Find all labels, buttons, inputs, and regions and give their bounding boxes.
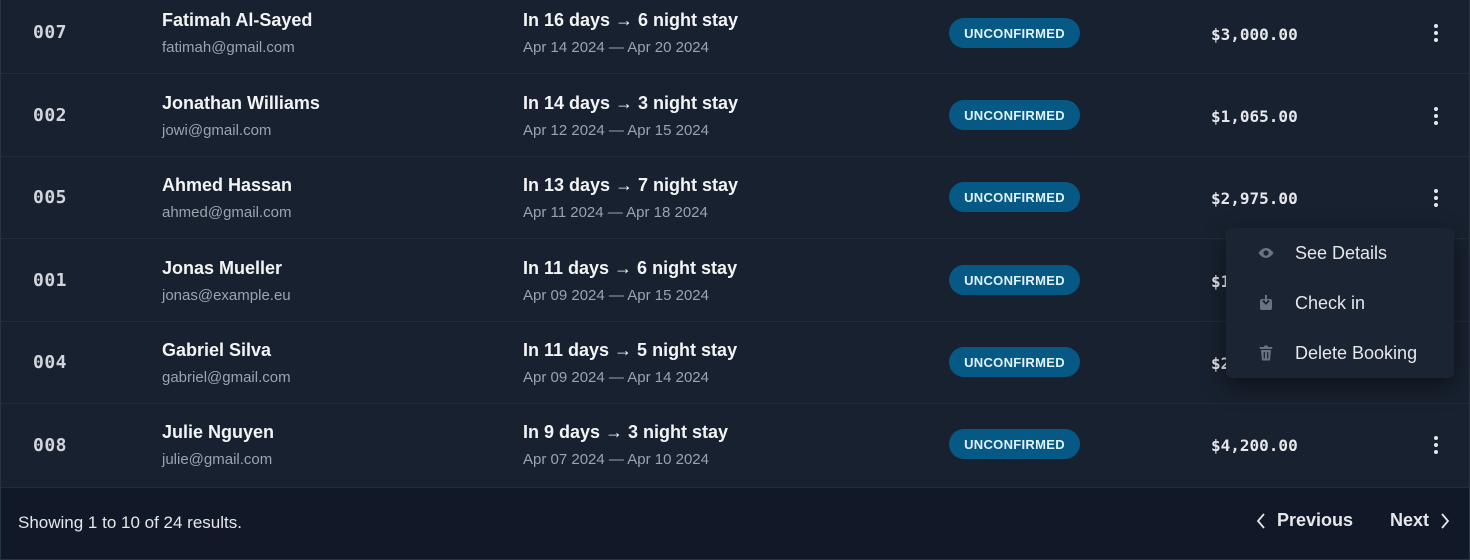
guest-cell: Fatimah Al-Sayed fatimah@gmail.com xyxy=(162,10,312,56)
guest-email: fatimah@gmail.com xyxy=(162,39,295,56)
guest-name: Gabriel Silva xyxy=(162,340,272,360)
table-row: 002 Jonathan Williams jowi@gmail.com In … xyxy=(1,75,1469,157)
stay-summary: In 9 days → 3 night stay xyxy=(523,422,729,442)
guest-name: Ahmed Hassan xyxy=(162,175,293,195)
menu-item-label: See Details xyxy=(1295,242,1388,263)
date-range: Apr 07 2024 — Apr 10 2024 xyxy=(523,451,709,468)
kebab-vertical-icon xyxy=(1434,436,1438,440)
status-badge: UNCONFIRMED xyxy=(949,347,1080,377)
previous-label: Previous xyxy=(1277,510,1354,530)
guest-cell: Julie Nguyen julie@gmail.com xyxy=(162,422,274,468)
booking-id: 005 xyxy=(33,187,68,208)
row-menu-button[interactable] xyxy=(1423,430,1449,460)
stay-summary: In 11 days → 6 night stay xyxy=(523,258,738,278)
guest-cell: Ahmed Hassan ahmed@gmail.com xyxy=(162,175,292,221)
row-actions-menu: See Details Check in Delete Booking xyxy=(1226,228,1454,378)
check-in-icon xyxy=(1260,295,1272,310)
guest-cell: Jonathan Williams jowi@gmail.com xyxy=(162,93,320,139)
eye-icon xyxy=(1258,248,1274,258)
guest-name: Jonas Mueller xyxy=(162,258,283,278)
kebab-vertical-icon xyxy=(1434,189,1438,193)
booking-id: 001 xyxy=(33,270,68,291)
stay-summary: In 11 days → 5 night stay xyxy=(523,340,738,360)
row-menu-button[interactable] xyxy=(1423,18,1449,48)
table-row: 008 Julie Nguyen julie@gmail.com In 9 da… xyxy=(1,404,1469,488)
trash-icon xyxy=(1259,345,1273,361)
booking-amount: $3,000.00 xyxy=(1211,25,1298,44)
date-range: Apr 09 2024 — Apr 14 2024 xyxy=(523,369,709,386)
menu-item-label: Check in xyxy=(1295,292,1366,313)
pagination-footer: Showing 1 to 10 of 24 results. Previous … xyxy=(0,488,1470,560)
guest-name: Fatimah Al-Sayed xyxy=(162,10,313,30)
previous-page-button[interactable]: Previous xyxy=(1255,510,1353,531)
next-label: Next xyxy=(1390,510,1430,530)
chevron-left-icon xyxy=(1256,512,1265,529)
date-range: Apr 09 2024 — Apr 15 2024 xyxy=(523,287,709,304)
booking-amount: $4,200.00 xyxy=(1211,436,1298,455)
menu-item-label: Delete Booking xyxy=(1295,342,1418,363)
guest-email: julie@gmail.com xyxy=(162,451,273,468)
booking-id: 002 xyxy=(33,105,68,126)
guest-name: Jonathan Williams xyxy=(162,93,320,113)
menu-item-delete-booking[interactable]: Delete Booking xyxy=(1226,328,1454,378)
table-row: 005 Ahmed Hassan ahmed@gmail.com In 13 d… xyxy=(1,157,1469,239)
dates-cell: In 11 days → 6 night stay Apr 09 2024 — … xyxy=(523,258,737,304)
stay-summary: In 13 days → 7 night stay xyxy=(523,175,739,195)
date-range: Apr 14 2024 — Apr 20 2024 xyxy=(523,39,709,56)
row-menu-button[interactable] xyxy=(1423,183,1449,213)
date-range: Apr 11 2024 — Apr 18 2024 xyxy=(523,204,708,221)
dates-cell: In 9 days → 3 night stay Apr 07 2024 — A… xyxy=(523,422,728,468)
guest-cell: Gabriel Silva gabriel@gmail.com xyxy=(162,340,291,386)
booking-amount: $1,065.00 xyxy=(1211,107,1298,126)
stay-summary: In 16 days → 6 night stay xyxy=(523,10,739,30)
next-page-button[interactable]: Next xyxy=(1390,510,1451,531)
row-menu-button[interactable] xyxy=(1423,101,1449,131)
chevron-right-icon xyxy=(1441,512,1450,529)
booking-id: 007 xyxy=(33,22,68,43)
booking-id: 008 xyxy=(33,435,68,456)
kebab-vertical-icon xyxy=(1434,24,1438,28)
status-badge: UNCONFIRMED xyxy=(949,265,1080,295)
table-row: 007 Fatimah Al-Sayed fatimah@gmail.com I… xyxy=(1,0,1469,74)
status-badge: UNCONFIRMED xyxy=(949,182,1080,212)
guest-cell: Jonas Mueller jonas@example.eu xyxy=(162,258,291,304)
status-badge: UNCONFIRMED xyxy=(949,18,1080,48)
dates-cell: In 16 days → 6 night stay Apr 14 2024 — … xyxy=(523,10,738,56)
guest-email: jowi@gmail.com xyxy=(162,122,272,139)
guest-name: Julie Nguyen xyxy=(162,422,275,442)
guest-email: jonas@example.eu xyxy=(162,287,291,304)
kebab-vertical-icon xyxy=(1434,107,1438,111)
results-summary: Showing 1 to 10 of 24 results. xyxy=(18,513,242,532)
menu-item-check-in[interactable]: Check in xyxy=(1226,278,1454,328)
status-badge: UNCONFIRMED xyxy=(949,429,1080,459)
date-range: Apr 12 2024 — Apr 15 2024 xyxy=(523,122,709,139)
dates-cell: In 13 days → 7 night stay Apr 11 2024 — … xyxy=(523,175,738,221)
status-badge: UNCONFIRMED xyxy=(949,100,1080,130)
booking-amount: $2,975.00 xyxy=(1211,189,1298,208)
guest-email: gabriel@gmail.com xyxy=(162,369,291,386)
menu-item-see-details[interactable]: See Details xyxy=(1226,228,1454,278)
dates-cell: In 14 days → 3 night stay Apr 12 2024 — … xyxy=(523,93,738,139)
dates-cell: In 11 days → 5 night stay Apr 09 2024 — … xyxy=(523,340,737,386)
stay-summary: In 14 days → 3 night stay xyxy=(523,93,739,113)
booking-id: 004 xyxy=(33,352,68,373)
guest-email: ahmed@gmail.com xyxy=(162,204,292,221)
